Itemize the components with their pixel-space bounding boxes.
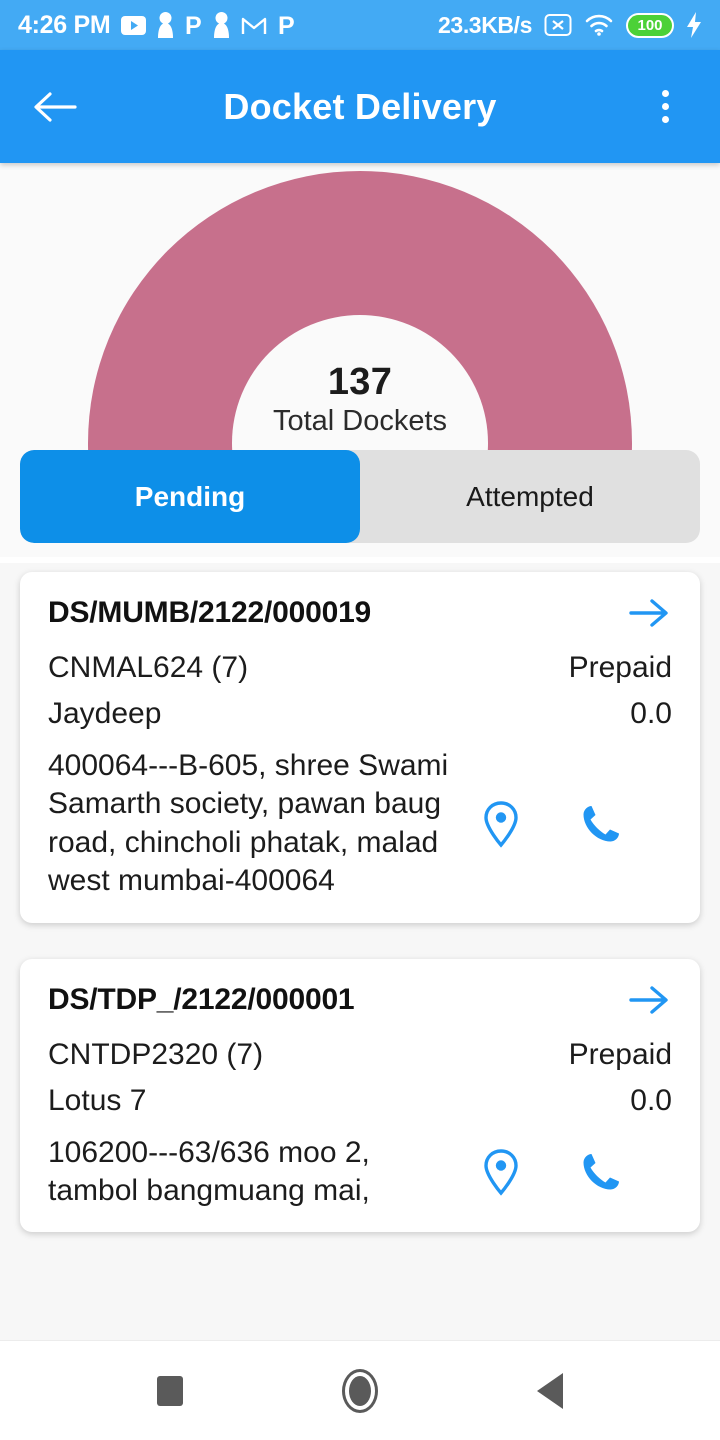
status-bar-left: 4:26 PM P P <box>18 11 295 40</box>
total-dockets-caption: Total Dockets <box>272 404 448 437</box>
person-icon <box>158 12 174 38</box>
overflow-menu-button[interactable] <box>638 80 692 134</box>
arrow-right-icon <box>629 985 668 1014</box>
total-dockets-value: 137 <box>327 361 393 403</box>
phone-icon <box>583 805 619 842</box>
svg-text:P: P <box>185 12 202 38</box>
p-app-icon: P <box>185 12 202 38</box>
status-bar: 4:26 PM P P 23.3KB/s 100 <box>0 0 720 50</box>
segmented-tabs: Pending Attempted <box>20 450 700 543</box>
back-button[interactable] <box>28 80 82 134</box>
recents-button[interactable] <box>130 1356 210 1426</box>
person-icon <box>214 12 230 38</box>
back-triangle-icon <box>537 1372 563 1409</box>
status-time: 4:26 PM <box>18 10 111 39</box>
customer-name: Jaydeep <box>48 697 162 730</box>
docket-customer-row: Lotus 7 0.0 <box>48 1078 672 1124</box>
docket-number: DS/TDP_/2122/000001 <box>48 982 355 1016</box>
open-docket-button[interactable] <box>626 977 672 1023</box>
call-button[interactable] <box>578 1146 624 1198</box>
open-docket-button[interactable] <box>626 590 672 636</box>
payment-mode: Prepaid <box>568 1037 672 1071</box>
donut-center-label: 137 Total Dockets <box>0 361 720 438</box>
payment-mode: Prepaid <box>568 651 672 684</box>
open-map-button[interactable] <box>478 798 524 850</box>
docket-number: DS/MUMB/2122/000019 <box>48 596 372 629</box>
home-button[interactable] <box>320 1356 400 1426</box>
tab-attempted[interactable]: Attempted <box>360 450 700 543</box>
overflow-menu-icon <box>661 103 669 110</box>
docket-consignment-row: CNMAL624 (7) Prepaid <box>48 645 672 691</box>
docket-list[interactable]: DS/MUMB/2122/000019 CNMAL624 (7) Prepaid… <box>0 563 720 1283</box>
docket-card[interactable]: DS/MUMB/2122/000019 CNMAL624 (7) Prepaid… <box>20 572 700 923</box>
p-app-icon: P <box>278 12 295 38</box>
system-back-button[interactable] <box>510 1356 590 1426</box>
delivery-address: 106200---63/636 moo 2, tambol bangmuang … <box>48 1135 370 1207</box>
customer-name: Lotus 7 <box>48 1083 147 1117</box>
tab-pending[interactable]: Pending <box>20 450 360 543</box>
youtube-icon <box>121 15 147 35</box>
location-pin-icon <box>484 801 518 848</box>
battery-icon: 100 <box>626 12 674 38</box>
network-speed: 23.3KB/s <box>438 11 532 38</box>
overflow-menu-icon <box>661 116 669 123</box>
tabs-container: Pending Attempted <box>0 450 720 557</box>
battery-level: 100 <box>637 16 663 34</box>
charging-bolt-icon <box>687 12 701 38</box>
bottom-spacer <box>0 1283 720 1340</box>
location-pin-icon <box>484 1149 518 1196</box>
docket-address-row: 106200---63/636 moo 2, tambol bangmuang … <box>48 1124 672 1211</box>
no-sim-icon <box>544 14 572 36</box>
amount: 0.0 <box>630 1083 672 1117</box>
wifi-icon <box>585 14 613 36</box>
address-actions <box>478 798 650 850</box>
gmail-icon <box>242 17 267 34</box>
back-arrow-icon <box>34 91 77 122</box>
android-nav-bar <box>0 1340 720 1440</box>
dockets-donut-chart: 137 Total Dockets <box>0 163 720 450</box>
docket-card-header: DS/MUMB/2122/000019 <box>48 590 672 636</box>
consignment-number: CNTDP2320 (7) <box>48 1037 264 1071</box>
docket-customer-row: Jaydeep 0.0 <box>48 691 672 737</box>
svg-text:P: P <box>278 12 295 38</box>
app-bar: Docket Delivery <box>0 50 720 163</box>
call-button[interactable] <box>578 798 624 850</box>
arrow-right-icon <box>629 599 668 627</box>
consignment-number: CNMAL624 (7) <box>48 651 249 684</box>
delivery-address: 400064---B-605, shree Swami Samarth soci… <box>48 749 449 898</box>
docket-address-row: 400064---B-605, shree Swami Samarth soci… <box>48 737 672 901</box>
amount: 0.0 <box>630 697 672 730</box>
status-bar-right: 23.3KB/s 100 <box>438 12 702 39</box>
docket-card-header: DS/TDP_/2122/000001 <box>48 977 672 1023</box>
page-title: Docket Delivery <box>223 85 497 127</box>
docket-card[interactable]: DS/TDP_/2122/000001 CNTDP2320 (7) Prepai… <box>20 958 700 1233</box>
recents-square-icon <box>157 1375 183 1406</box>
home-circle-icon <box>342 1368 378 1413</box>
overflow-menu-icon <box>661 90 669 97</box>
address-actions <box>478 1146 650 1198</box>
docket-consignment-row: CNTDP2320 (7) Prepaid <box>48 1032 672 1078</box>
phone-icon <box>583 1153 619 1190</box>
open-map-button[interactable] <box>478 1146 524 1198</box>
